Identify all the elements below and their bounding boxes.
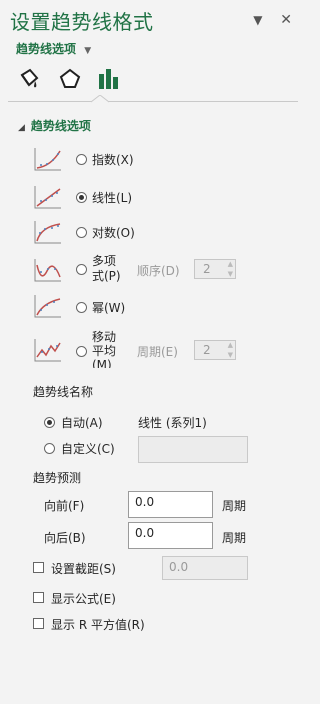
- label-moving-average-line2: 平均: [92, 344, 117, 358]
- power-trend-icon: [34, 295, 61, 318]
- radio-power[interactable]: [76, 302, 87, 313]
- spinner-up-icon[interactable]: ▲: [228, 260, 233, 268]
- paint-bucket-icon: [20, 68, 39, 88]
- label-polynomial-line2: 式(P): [92, 269, 121, 283]
- bar-chart-icon: [99, 69, 118, 89]
- linear-trend-icon: [34, 186, 61, 209]
- tab-strip: [16, 66, 126, 96]
- close-icon[interactable]: ✕: [280, 12, 292, 28]
- trendline-name-heading: 趋势线名称: [33, 385, 94, 399]
- period-label: 周期(E): [137, 345, 178, 359]
- chevron-down-icon: ▼: [84, 46, 92, 56]
- spinner-down-icon[interactable]: ▼: [228, 351, 233, 359]
- spinner-up-icon[interactable]: ▲: [228, 341, 233, 349]
- radio-moving-average[interactable]: [76, 346, 87, 357]
- label-polynomial-line1: 多项: [92, 254, 117, 268]
- forecast-heading: 趋势预测: [33, 471, 82, 485]
- options-dropdown[interactable]: 趋势线选项 ▼: [16, 40, 91, 57]
- backward-input[interactable]: 0.0: [128, 522, 213, 549]
- radio-name-auto[interactable]: [44, 417, 55, 428]
- label-power: 幂(W): [92, 301, 126, 315]
- exponential-trend-icon: [34, 148, 61, 171]
- auto-name-value: 线性 (系列1): [138, 416, 207, 430]
- forward-unit: 周期: [222, 499, 247, 513]
- radio-name-custom[interactable]: [44, 443, 55, 454]
- backward-unit: 周期: [222, 531, 247, 545]
- options-dropdown-label: 趋势线选项: [16, 42, 77, 56]
- radio-exponential[interactable]: [76, 154, 87, 165]
- label-show-equation: 显示公式(E): [51, 592, 116, 606]
- order-value: 2: [203, 262, 211, 276]
- label-logarithmic: 对数(O): [92, 226, 135, 240]
- forward-value: 0.0: [135, 495, 155, 509]
- label-name-auto: 自动(A): [61, 416, 103, 430]
- moving-average-trend-icon: [34, 339, 61, 362]
- radio-polynomial[interactable]: [76, 264, 87, 275]
- checkbox-show-r-squared[interactable]: [33, 618, 44, 629]
- checkbox-show-equation[interactable]: [33, 592, 44, 603]
- backward-value: 0.0: [135, 526, 155, 540]
- logarithmic-trend-icon: [34, 221, 61, 244]
- radio-linear[interactable]: [76, 192, 87, 203]
- collapse-triangle-icon: ◢: [18, 123, 25, 133]
- label-moving-average: 移动 平均 (M): [92, 330, 116, 368]
- label-polynomial: 多项 式(P): [92, 254, 121, 284]
- label-moving-average-line3: (M): [92, 358, 112, 368]
- order-label: 顺序(D): [137, 264, 180, 278]
- period-spinner[interactable]: 2 ▲ ▼: [194, 340, 236, 360]
- label-backward: 向后(B): [44, 531, 86, 545]
- label-exponential: 指数(X): [92, 153, 134, 167]
- forward-input[interactable]: 0.0: [128, 491, 213, 518]
- active-tab-indicator: [91, 95, 109, 103]
- section-title: 趋势线选项: [30, 119, 91, 133]
- tab-fill-line[interactable]: [16, 66, 44, 94]
- label-name-custom: 自定义(C): [61, 442, 115, 456]
- section-header-trend-options[interactable]: ◢ 趋势线选项: [18, 117, 91, 134]
- period-value: 2: [203, 343, 211, 357]
- custom-name-input[interactable]: [138, 436, 248, 463]
- checkbox-intercept[interactable]: [33, 562, 44, 573]
- radio-logarithmic[interactable]: [76, 227, 87, 238]
- label-intercept: 设置截距(S): [51, 562, 116, 576]
- spinner-down-icon[interactable]: ▼: [228, 270, 233, 278]
- label-forward: 向前(F): [44, 499, 85, 513]
- pane-title: 设置趋势线格式: [10, 10, 154, 34]
- chevron-down-icon[interactable]: ▼: [253, 13, 262, 27]
- pentagon-icon: [59, 68, 81, 88]
- order-spinner[interactable]: 2 ▲ ▼: [194, 259, 236, 279]
- header-controls: ▼ ✕: [253, 12, 292, 28]
- label-linear: 线性(L): [92, 191, 133, 205]
- intercept-value: 0.0: [169, 560, 189, 574]
- tab-options[interactable]: [96, 66, 124, 94]
- tab-divider: [8, 101, 298, 102]
- label-show-r-squared: 显示 R 平方值(R): [51, 618, 145, 632]
- intercept-input[interactable]: 0.0: [162, 556, 248, 580]
- polynomial-trend-icon: [34, 259, 61, 282]
- tab-effects[interactable]: [57, 66, 85, 94]
- label-moving-average-line1: 移动: [92, 330, 117, 344]
